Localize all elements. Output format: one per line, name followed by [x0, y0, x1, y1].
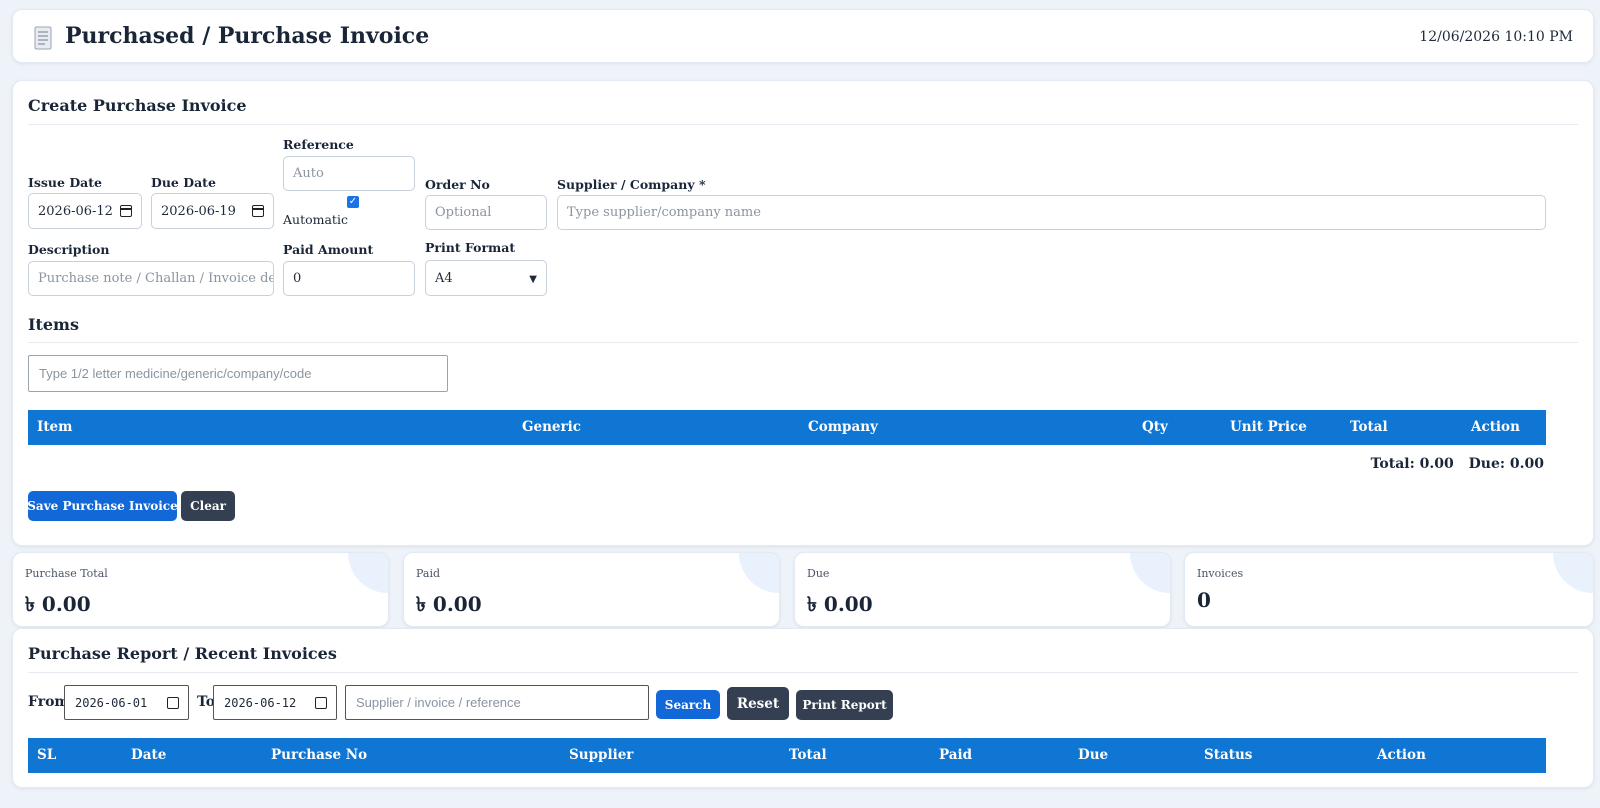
- stat-card-due: Due ৳ 0.00: [794, 552, 1171, 627]
- col-qty: Qty: [1142, 419, 1168, 435]
- due-text: Due: 0.00: [1468, 456, 1544, 472]
- decorative-circle: [1130, 553, 1170, 593]
- report-table-header: SL Date Purchase No Supplier Total Paid …: [28, 738, 1546, 773]
- stat-value: ৳ 0.00: [807, 592, 873, 616]
- order-no-input[interactable]: Optional: [425, 195, 547, 230]
- search-button[interactable]: Search: [656, 690, 720, 719]
- stat-value: ৳ 0.00: [25, 592, 91, 616]
- print-format-select[interactable]: A4 ▼: [425, 260, 547, 296]
- col-company: Company: [808, 419, 878, 435]
- total-display: Total: 0.00 Due: 0.00: [1371, 456, 1544, 472]
- issue-date-value: 2026-06-12: [38, 203, 113, 219]
- total-text: Total: 0.00: [1370, 456, 1454, 472]
- description-input[interactable]: Purchase note / Challan / Invoice detai: [28, 261, 274, 296]
- stat-value: 0: [1197, 588, 1211, 612]
- paid-amount-label: Paid Amount: [283, 242, 374, 257]
- col-due: Due: [1078, 747, 1109, 763]
- print-report-button[interactable]: Print Report: [796, 690, 893, 720]
- col-status: Status: [1204, 747, 1253, 763]
- items-title: Items: [28, 315, 79, 334]
- col-sl: SL: [37, 747, 57, 763]
- to-date-value: 2026-06-12: [224, 695, 297, 710]
- stat-label: Purchase Total: [25, 567, 108, 580]
- col-item: Item: [37, 419, 73, 435]
- clear-button[interactable]: Clear: [181, 491, 235, 521]
- stat-label: Due: [807, 567, 830, 580]
- supplier-label: Supplier / Company *: [557, 177, 706, 192]
- due-date-value: 2026-06-19: [161, 203, 236, 219]
- stat-label: Paid: [416, 567, 441, 580]
- decorative-circle: [1553, 553, 1593, 593]
- issue-date-input[interactable]: 2026-06-12: [28, 193, 142, 229]
- col-paid: Paid: [939, 747, 973, 763]
- purchase-report-panel: Purchase Report / Recent Invoices From 2…: [12, 628, 1594, 788]
- divider: [28, 124, 1578, 125]
- automatic-label: Automatic: [283, 212, 348, 227]
- page-title: Purchased / Purchase Invoice: [65, 23, 430, 49]
- due-date-label: Due Date: [151, 175, 216, 190]
- reference-input[interactable]: Auto: [283, 156, 415, 191]
- item-search-input[interactable]: Type 1/2 letter medicine/generic/company…: [28, 355, 448, 392]
- col-supplier: Supplier: [569, 747, 634, 763]
- calendar-icon[interactable]: [120, 205, 132, 217]
- col-unit-price: Unit Price: [1230, 419, 1307, 435]
- order-no-label: Order No: [425, 177, 490, 192]
- calendar-icon[interactable]: [252, 205, 264, 217]
- report-search-input[interactable]: Supplier / invoice / reference: [345, 685, 649, 720]
- reference-label: Reference: [283, 137, 354, 152]
- stat-card-purchase-total: Purchase Total ৳ 0.00: [12, 552, 389, 627]
- datetime-display: 12/06/2026 10:10 PM: [1419, 29, 1573, 45]
- print-format-value: A4: [435, 270, 453, 286]
- decorative-circle: [739, 553, 779, 593]
- stat-card-invoices: Invoices 0: [1184, 552, 1594, 627]
- automatic-checkbox[interactable]: ✓: [347, 196, 359, 208]
- col-total: Total: [1350, 419, 1388, 435]
- decorative-circle: [348, 553, 388, 593]
- calendar-icon[interactable]: [167, 697, 179, 709]
- from-date-input[interactable]: 2026-06-01: [64, 685, 189, 720]
- paid-amount-input[interactable]: 0: [283, 261, 415, 296]
- calendar-icon[interactable]: [315, 697, 327, 709]
- page-header: Purchased / Purchase Invoice 12/06/2026 …: [12, 9, 1594, 63]
- due-date-input[interactable]: 2026-06-19: [151, 193, 274, 229]
- divider: [28, 342, 1578, 343]
- save-purchase-invoice-button[interactable]: Save Purchase Invoice: [27, 491, 178, 521]
- issue-date-label: Issue Date: [28, 175, 102, 190]
- col-total: Total: [789, 747, 827, 763]
- reset-button[interactable]: Reset: [727, 687, 789, 720]
- print-format-label: Print Format: [425, 240, 516, 255]
- create-invoice-title: Create Purchase Invoice: [28, 96, 247, 115]
- items-table-header: Item Generic Company Qty Unit Price Tota…: [28, 410, 1546, 445]
- col-purchase-no: Purchase No: [271, 747, 368, 763]
- supplier-input[interactable]: Type supplier/company name: [557, 195, 1546, 230]
- col-action: Action: [1471, 419, 1520, 435]
- report-title: Purchase Report / Recent Invoices: [28, 644, 337, 663]
- create-invoice-panel: Create Purchase Invoice Issue Date 2026-…: [12, 80, 1594, 546]
- stat-value: ৳ 0.00: [416, 592, 482, 616]
- description-label: Description: [28, 242, 110, 257]
- from-date-value: 2026-06-01: [75, 695, 148, 710]
- chevron-down-icon: ▼: [529, 274, 537, 285]
- col-action: Action: [1377, 747, 1426, 763]
- stat-label: Invoices: [1197, 567, 1244, 580]
- document-icon: [34, 26, 52, 50]
- col-generic: Generic: [522, 419, 581, 435]
- to-date-input[interactable]: 2026-06-12: [213, 685, 337, 720]
- divider: [28, 672, 1578, 673]
- stat-card-paid: Paid ৳ 0.00: [403, 552, 780, 627]
- col-date: Date: [131, 747, 167, 763]
